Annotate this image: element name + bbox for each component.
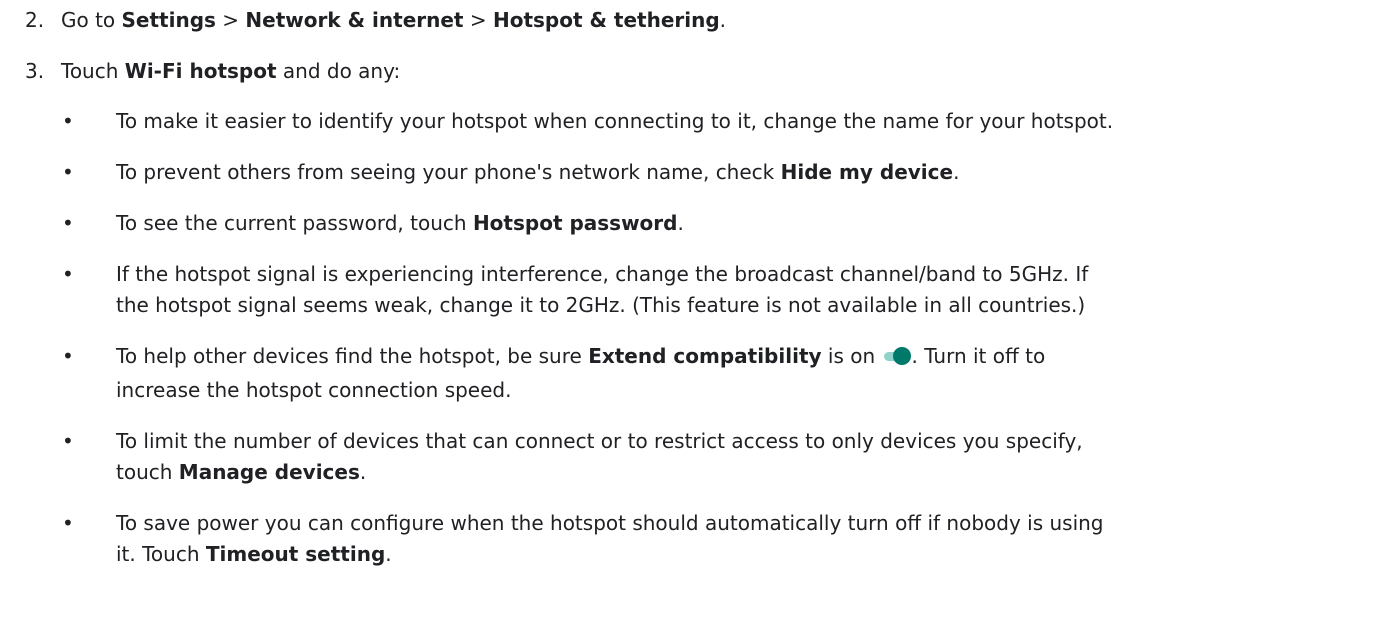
list-item-text: To save power you can configure when the… [116, 511, 1104, 566]
bullet-marker: • [62, 262, 74, 286]
step-number: 3. [25, 59, 45, 83]
settings-label: Settings [121, 8, 216, 32]
list-item-text: If the hotspot signal is experiencing in… [116, 262, 1089, 317]
step-text: Touch Wi-Fi hotspot and do any: [61, 59, 401, 83]
hotspot-password-label: Hotspot password [472, 211, 678, 235]
bullet-marker: • [62, 109, 74, 133]
extend-compatibility-label: Extend compatibility [588, 344, 822, 368]
bullet-marker: • [62, 511, 74, 535]
hotspot-tethering-label: Hotspot & tethering [492, 8, 720, 32]
bullet-marker: • [62, 211, 74, 235]
list-item-text: To make it easier to identify your hotsp… [116, 109, 1114, 133]
hide-my-device-label: Hide my device [780, 160, 954, 184]
list-item-text: To prevent others from seeing your phone… [116, 160, 960, 184]
wifi-hotspot-label: Wi-Fi hotspot [124, 59, 277, 83]
bullet-marker: • [62, 160, 74, 184]
timeout-setting-label: Timeout setting [205, 542, 386, 566]
toggle-knob [892, 347, 911, 365]
toggle-on-icon [883, 347, 912, 365]
bullet-marker: • [62, 429, 74, 453]
list-item-text: To see the current password, touch Hotsp… [116, 211, 684, 235]
list-item-text: To limit the number of devices that can … [116, 429, 1083, 484]
manage-devices-label: Manage devices [178, 460, 360, 484]
step-text: Go to Settings > Network & internet > Ho… [61, 8, 727, 32]
network-internet-label: Network & internet [245, 8, 464, 32]
step-number: 2. [25, 8, 45, 32]
list-item-text: To help other devices find the hotspot, … [116, 344, 1046, 402]
bullet-marker: • [62, 344, 74, 368]
